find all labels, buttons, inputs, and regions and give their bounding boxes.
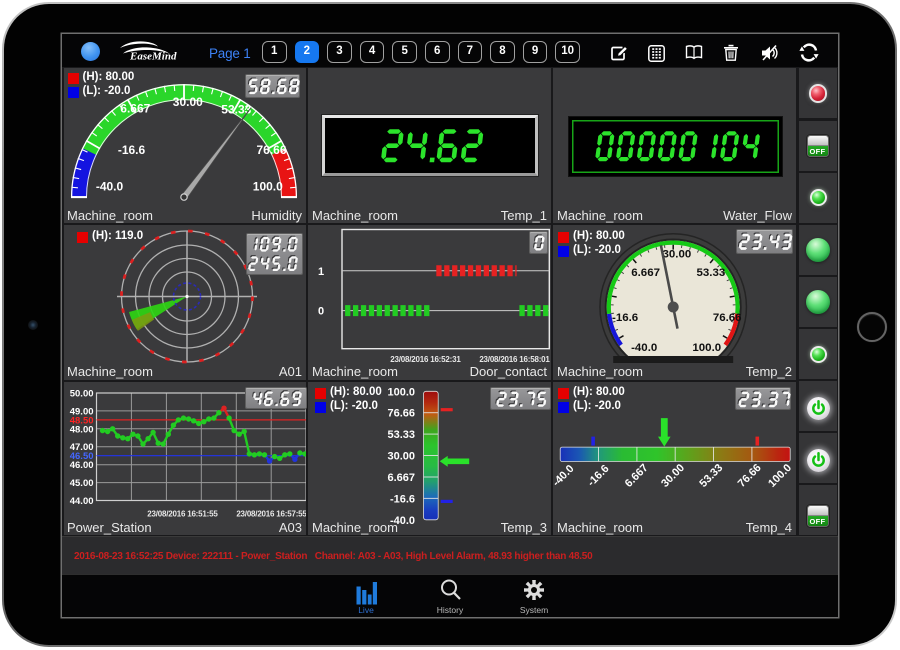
svg-text:50.00: 50.00 [69,388,93,399]
svg-text:-40.0: -40.0 [95,180,123,194]
svg-text:45.00: 45.00 [69,478,93,489]
svg-text:76.66: 76.66 [713,312,742,324]
svg-text:-40.0: -40.0 [631,342,657,354]
svg-text:23/08/2016 16:52:31: 23/08/2016 16:52:31 [390,355,461,364]
svg-text:76.66: 76.66 [736,462,764,490]
svg-text:53.33: 53.33 [697,267,726,279]
svg-text:30.00: 30.00 [663,248,692,260]
svg-text:100.0: 100.0 [388,386,416,398]
svg-text:30.00: 30.00 [172,95,202,109]
svg-text:23/08/2016 16:51:55: 23/08/2016 16:51:55 [147,509,218,518]
svg-text:100.0: 100.0 [252,180,282,194]
svg-text:76.66: 76.66 [256,143,286,157]
svg-text:6.667: 6.667 [120,102,150,116]
svg-text:1: 1 [318,266,324,278]
svg-text:0: 0 [318,306,324,318]
svg-text:44.00: 44.00 [69,496,93,507]
svg-text:46.00: 46.00 [69,460,93,471]
svg-text:53.33: 53.33 [697,462,725,490]
svg-text:100.0: 100.0 [766,462,794,490]
svg-text:-40.0: -40.0 [553,462,577,488]
svg-text:48.00: 48.00 [69,424,93,435]
svg-text:-16.6: -16.6 [390,493,415,505]
svg-text:-16.6: -16.6 [612,312,638,324]
svg-text:30.00: 30.00 [659,462,687,490]
svg-text:23/08/2016 16:58:01: 23/08/2016 16:58:01 [479,355,550,364]
svg-text:23/08/2016 16:57:55: 23/08/2016 16:57:55 [236,509,306,518]
svg-text:100.0: 100.0 [692,342,721,354]
svg-text:EaseMind: EaseMind [129,51,177,63]
svg-text:-16.6: -16.6 [585,462,611,488]
svg-text:6.667: 6.667 [631,267,660,279]
svg-text:53.33: 53.33 [388,429,416,441]
svg-text:6.667: 6.667 [623,462,651,490]
svg-text:30.00: 30.00 [388,450,416,462]
svg-text:53.33: 53.33 [221,103,251,117]
svg-text:76.66: 76.66 [388,407,416,419]
svg-text:6.667: 6.667 [388,472,416,484]
svg-text:-16.6: -16.6 [117,143,145,157]
